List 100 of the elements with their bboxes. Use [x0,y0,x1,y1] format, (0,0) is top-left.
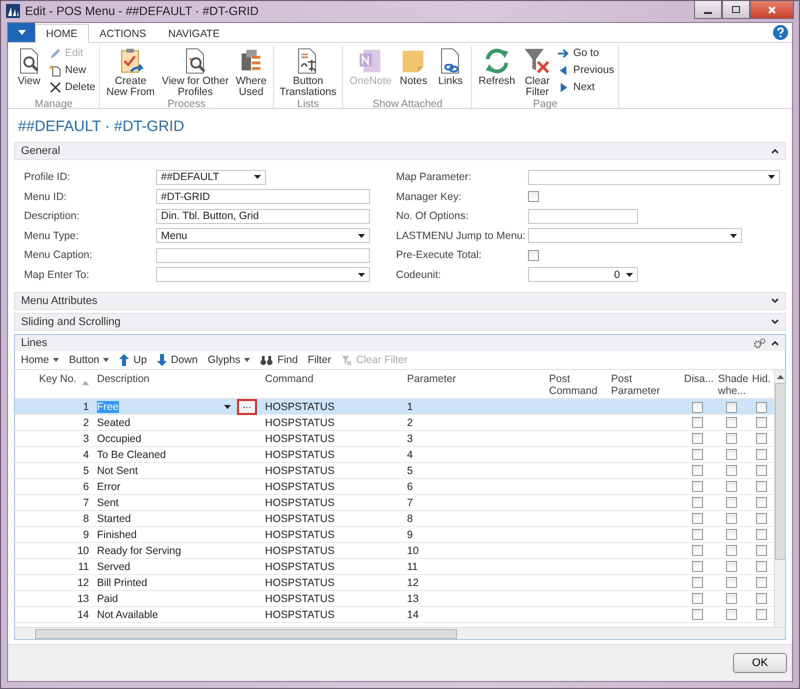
input-field[interactable] [528,208,638,224]
checkbox[interactable] [692,593,702,604]
checkbox[interactable] [726,433,736,444]
checkbox[interactable] [726,545,736,556]
checkbox[interactable] [756,561,766,572]
dropdown-field[interactable]: Menu [156,228,370,244]
checkbox[interactable] [692,609,702,620]
ribbon-tab[interactable]: ACTIONS [88,24,158,43]
checkbox[interactable] [726,561,736,572]
checkbox[interactable] [756,513,766,524]
checkbox[interactable] [528,191,539,202]
ribbon-tab[interactable]: NAVIGATE [157,24,231,43]
ribbon-button[interactable]: View for Other Profiles [160,46,231,98]
checkbox[interactable] [692,497,702,508]
checkbox[interactable] [756,609,766,620]
column-header[interactable]: Command [265,373,399,385]
sort-ascending-icon[interactable] [82,381,89,385]
ok-button[interactable]: OK [733,653,787,673]
column-header[interactable]: Hid. [752,373,770,385]
table-row[interactable]: 7 Sent HOSPSTATUS 7 [15,495,774,511]
checkbox[interactable] [726,577,736,588]
assist-edit-button[interactable]: ... [236,399,257,415]
ribbon-button[interactable]: New [49,63,96,77]
dropdown-field[interactable]: ##DEFAULT [156,170,266,185]
dropdown-field[interactable]: 0 [528,267,638,282]
input-field[interactable] [156,248,370,263]
checkbox[interactable] [726,481,736,492]
checkbox[interactable] [756,433,766,444]
checkbox[interactable] [726,449,736,460]
table-row[interactable]: 2 Seated HOSPSTATUS 2 [15,415,774,431]
ribbon-button[interactable]: Create New From [104,46,157,98]
ribbon-button[interactable]: Go to [557,46,614,60]
minimize-button[interactable] [694,1,722,19]
gears-icon[interactable] [753,338,766,348]
checkbox[interactable] [726,513,736,524]
ribbon-tab[interactable]: HOME [35,24,88,43]
checkbox[interactable] [726,402,736,412]
table-row[interactable]: 14 Not Available HOSPSTATUS 14 [15,607,774,623]
input-field[interactable]: #DT-GRID [156,189,370,204]
ribbon-button[interactable]: Refresh [476,46,518,98]
checkbox[interactable] [756,545,766,556]
checkbox[interactable] [726,593,736,604]
checkbox[interactable] [756,481,766,492]
checkbox[interactable] [756,577,766,588]
column-header[interactable]: Post Parameter [611,373,676,397]
checkbox[interactable] [692,545,702,556]
table-row[interactable]: 13 Paid HOSPSTATUS 13 [15,591,774,607]
checkbox[interactable] [692,513,702,524]
vertical-scrollbar[interactable] [774,370,785,627]
toolbar-button[interactable]: Home [21,354,60,366]
checkbox[interactable] [692,402,702,412]
table-row[interactable]: 4 To Be Cleaned HOSPSTATUS 4 [15,447,774,463]
maximize-button[interactable] [722,1,750,19]
section-header[interactable]: General [14,142,786,160]
table-row[interactable]: 8 Started HOSPSTATUS 8 [15,511,774,527]
help-icon[interactable] [773,25,788,40]
column-header[interactable]: Parameter [407,373,541,385]
table-row[interactable]: 1 Free ... HOSPSTATUS 1 [15,399,774,415]
input-field[interactable]: Din. Tbl. Button, Grid [156,208,370,224]
checkbox[interactable] [692,433,702,444]
dropdown-field[interactable] [528,228,742,244]
close-button[interactable] [750,1,794,19]
checkbox[interactable] [756,593,766,604]
ribbon-button[interactable]: Clear Filter [520,46,554,98]
checkbox[interactable] [726,529,736,540]
ribbon-button[interactable]: Delete [49,80,96,94]
table-row[interactable]: 5 Not Sent HOSPSTATUS 5 [15,463,774,479]
ribbon-button[interactable]: Links [433,46,468,98]
ribbon-button[interactable]: Previous [557,63,614,77]
table-row[interactable]: 9 Finished HOSPSTATUS 9 [15,527,774,543]
checkbox[interactable] [692,449,702,460]
checkbox[interactable] [756,529,766,540]
checkbox[interactable] [756,402,766,412]
checkbox[interactable] [692,577,702,588]
toolbar-button[interactable]: Up [119,354,147,366]
column-header[interactable]: Description [97,373,257,385]
checkbox[interactable] [726,417,736,428]
column-header[interactable]: Post Command [549,373,603,397]
section-header[interactable]: Menu Attributes [14,292,786,310]
checkbox[interactable] [756,497,766,508]
ribbon-button[interactable]: View [12,46,46,98]
ribbon-button[interactable]: Notes [396,46,430,98]
checkbox[interactable] [692,481,702,492]
dropdown-field[interactable] [156,267,370,282]
column-header[interactable]: Key No. [39,373,76,398]
horizontal-scrollbar[interactable] [15,627,785,639]
scroll-up-icon[interactable] [777,375,784,379]
checkbox[interactable] [756,417,766,428]
checkbox[interactable] [726,465,736,476]
dropdown-field[interactable] [528,170,780,185]
checkbox[interactable] [692,561,702,572]
toolbar-button[interactable]: Filter [308,354,332,366]
ribbon-button[interactable]: Where Used [234,46,269,98]
checkbox[interactable] [692,529,702,540]
table-row[interactable]: 3 Occupied HOSPSTATUS 3 [15,431,774,447]
section-header[interactable]: Sliding and Scrolling [14,313,786,331]
ribbon-button[interactable]: Next [557,80,614,94]
toolbar-button[interactable]: Find [260,354,298,366]
checkbox[interactable] [726,497,736,508]
checkbox[interactable] [692,417,702,428]
